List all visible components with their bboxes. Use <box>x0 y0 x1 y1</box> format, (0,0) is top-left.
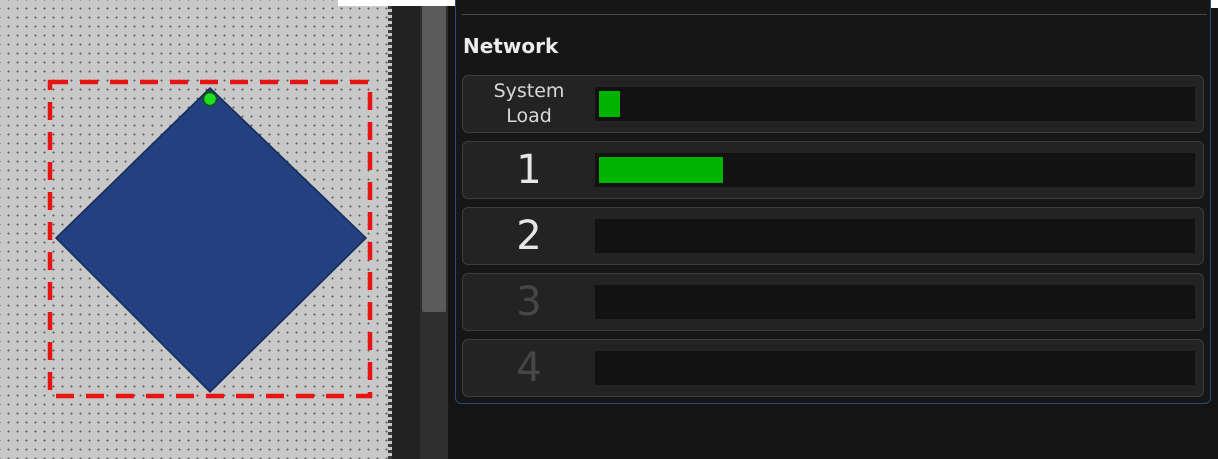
meter-row-1: 1 <box>462 141 1204 199</box>
meter-row-3: 3 <box>462 273 1204 331</box>
meter-fill <box>599 157 723 183</box>
meter-label: System Load <box>493 80 565 127</box>
panel-title: Network <box>463 34 559 58</box>
divider <box>392 0 420 459</box>
rotate-handle-icon[interactable] <box>202 91 218 107</box>
scrollbar-thumb[interactable] <box>422 0 446 312</box>
meter-label: 2 <box>516 213 542 259</box>
meter-row-2: 2 <box>462 207 1204 265</box>
meter-track <box>595 153 1195 187</box>
meter-label: 1 <box>516 147 542 193</box>
meter-track <box>595 351 1195 385</box>
canvas-shapes[interactable] <box>0 0 390 459</box>
meter-fill <box>599 91 620 117</box>
meter-label: 3 <box>516 279 542 325</box>
meter-row-system-load: System Load <box>462 75 1204 133</box>
meter-row-4: 4 <box>462 339 1204 397</box>
meter-track <box>595 285 1195 319</box>
panel-divider <box>462 14 1207 15</box>
diamond-shape[interactable] <box>54 86 368 394</box>
meter-label: 4 <box>516 345 542 391</box>
meter-track <box>595 219 1195 253</box>
meter-track <box>595 87 1195 121</box>
